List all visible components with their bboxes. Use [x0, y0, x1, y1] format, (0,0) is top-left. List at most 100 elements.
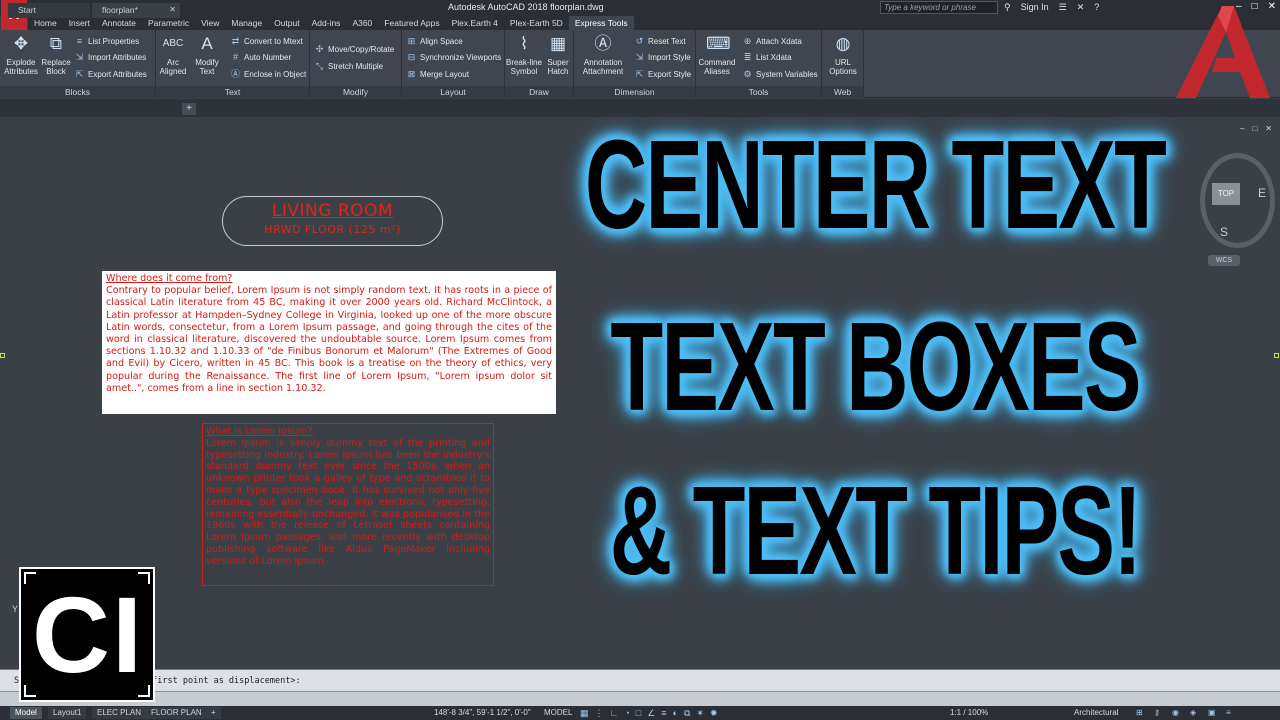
panel-label-draw[interactable]: Draw [505, 86, 573, 98]
customization-icon[interactable]: ≡ [1226, 707, 1231, 719]
hardware-acceleration-icon[interactable]: ◈ [1190, 707, 1196, 719]
otrack-icon[interactable]: ∠ [647, 708, 655, 719]
room-label-enclosure[interactable]: LIVING ROOM HRWD FLOOR (125 m²) [222, 196, 443, 246]
room-subtitle[interactable]: HRWD FLOOR (125 m²) [223, 223, 442, 236]
import-style-button[interactable]: ⇲ Import Style [634, 51, 691, 64]
layout-tab-floor-plan[interactable]: FLOOR PLAN [146, 707, 207, 719]
doc-tab-floorplan[interactable]: floorplan* ✕ [92, 3, 180, 18]
convert-to-mtext-button[interactable]: ⇄ Convert to Mtext [230, 35, 303, 48]
export-style-button[interactable]: ⇱ Export Style [634, 68, 691, 81]
synchronize-viewports-button[interactable]: ⊟ Synchronize Viewports [406, 51, 502, 64]
quick-properties-icon[interactable]: ⊞ [1136, 707, 1143, 719]
viewport-close-icon[interactable]: ✕ [1265, 124, 1272, 133]
new-tab-button[interactable]: + [182, 103, 196, 115]
align-space-button[interactable]: ⊞ Align Space [406, 35, 463, 48]
panel-label-modify[interactable]: Modify [310, 86, 401, 98]
super-hatch-button[interactable]: ▦ Super Hatch [539, 33, 577, 76]
transparency-icon[interactable]: ◐ [673, 708, 678, 719]
grip-left[interactable] [0, 353, 5, 358]
list-xdata-button[interactable]: ≣ List Xdata [742, 51, 792, 64]
system-variables-button[interactable]: ⚙ System Variables [742, 68, 817, 81]
snap-icon[interactable]: ⋮ [595, 708, 604, 719]
import-attributes-button[interactable]: ⇲ Import Attributes [74, 51, 147, 64]
panel-label-web[interactable]: Web [822, 86, 863, 98]
cart-icon[interactable]: ☰ [1059, 2, 1067, 13]
doc-tab-start[interactable]: Start [8, 3, 90, 18]
selection-cycling-icon[interactable]: ⧉ [684, 708, 690, 719]
reset-text-button[interactable]: ↺ Reset Text [634, 35, 686, 48]
viewcube[interactable]: TOP E S [1200, 153, 1275, 253]
add-layout-button[interactable]: + [206, 707, 221, 719]
panel-label-dimension[interactable]: Dimension [574, 86, 695, 98]
tab-plex-earth-4[interactable]: Plex.Earth 4 [446, 16, 504, 30]
clean-screen-icon[interactable]: ▣ [1208, 707, 1216, 719]
annotation-visibility-icon[interactable]: ✶ [696, 708, 704, 719]
tab-output[interactable]: Output [268, 16, 306, 30]
tab-parametric[interactable]: Parametric [142, 16, 195, 30]
grip-right[interactable] [1274, 353, 1279, 358]
layout-tab-elec-plan[interactable]: ELEC PLAN [92, 707, 147, 719]
mtext-background-mask[interactable]: Where does it come from? Contrary to pop… [102, 271, 556, 414]
tab-view[interactable]: View [195, 16, 225, 30]
tab-add-ins[interactable]: Add-ins [306, 16, 347, 30]
exchange-icon[interactable]: ✕ [1077, 2, 1085, 13]
viewport-restore-icon[interactable]: □ [1252, 124, 1257, 133]
annotation-attachment-button[interactable]: Ⓐ Annotation Attachment [578, 33, 628, 76]
tab-featured-apps[interactable]: Featured Apps [378, 16, 445, 30]
tab-manage[interactable]: Manage [225, 16, 268, 30]
stretch-multiple-button[interactable]: ⤡ Stretch Multiple [314, 60, 383, 73]
viewcube-south[interactable]: S [1220, 225, 1228, 239]
layout-tab-model[interactable]: Model [10, 707, 42, 719]
command-aliases-button[interactable]: ⌨ Command Aliases [698, 33, 736, 76]
grid-icon[interactable]: ▦ [580, 708, 589, 719]
tab-express-tools[interactable]: Express Tools [568, 16, 634, 30]
units-dropdown[interactable]: Architectural [1074, 707, 1118, 719]
tab-insert[interactable]: Insert [63, 16, 96, 30]
mtext-framed[interactable]: What is Lorem Ipsum? Lorem Ipsum is simp… [202, 423, 494, 586]
lineweight-icon[interactable]: ≡ [661, 708, 666, 719]
tab-plex-earth-5d[interactable]: Plex-Earth 5D [504, 16, 569, 30]
arc-aligned-button[interactable]: ABC Arc Aligned [154, 33, 192, 76]
panel-label-text[interactable]: Text [156, 86, 309, 98]
attach-xdata-button[interactable]: ⊕ Attach Xdata [742, 35, 802, 48]
autoscale-icon[interactable]: ✹ [710, 708, 718, 719]
user-icon[interactable]: ⚲ [1004, 2, 1011, 13]
modify-text-button[interactable]: A Modify Text [188, 33, 226, 76]
layout-tab-layout1[interactable]: Layout1 [48, 707, 87, 719]
viewcube-east[interactable]: E [1258, 186, 1266, 200]
explode-attributes-button[interactable]: ✥ Explode Attributes [2, 33, 40, 76]
enclose-in-object-button[interactable]: Ⓐ Enclose in Object [230, 68, 306, 81]
sign-in-button[interactable]: Sign In [1021, 2, 1049, 13]
tab-annotate[interactable]: Annotate [96, 16, 142, 30]
auto-number-button[interactable]: # Auto Number [230, 51, 291, 64]
room-title[interactable]: LIVING ROOM [223, 201, 442, 221]
break-line-symbol-button[interactable]: ⌇ Break-line Symbol [505, 33, 543, 76]
url-options-button[interactable]: ◍ URL Options [824, 33, 862, 76]
annotation-scale[interactable]: 1:1 / 100% [950, 707, 988, 719]
ortho-icon[interactable]: ∟ [610, 708, 619, 719]
help-icon[interactable]: ? [1094, 2, 1099, 13]
viewcube-top-face[interactable]: TOP [1212, 183, 1240, 205]
search-input[interactable]: Type a keyword or phrase [880, 1, 998, 14]
command-input[interactable] [0, 691, 1280, 706]
tab-a360[interactable]: A360 [346, 16, 378, 30]
viewport-minimize-icon[interactable]: – [1240, 124, 1244, 133]
close-tab-icon[interactable]: ✕ [169, 5, 176, 14]
replace-block-button[interactable]: ⧉ Replace Block [37, 33, 75, 76]
panel-label-layout[interactable]: Layout [402, 86, 504, 98]
coordinates-readout[interactable]: 148'-8 3/4", 59'-1 1/2", 0'-0" [434, 707, 531, 719]
tab-home[interactable]: Home [28, 16, 63, 30]
align-icon: ⊞ [407, 36, 416, 46]
isolate-objects-icon[interactable]: ◉ [1172, 707, 1179, 719]
polar-icon[interactable]: ◔ [624, 708, 629, 719]
panel-label-blocks[interactable]: Blocks [0, 86, 155, 98]
lock-ui-icon[interactable]: ⚷ [1154, 707, 1160, 719]
panel-label-tools[interactable]: Tools [696, 86, 821, 98]
model-space-toggle[interactable]: MODEL [544, 707, 572, 719]
merge-layout-button[interactable]: ⊠ Merge Layout [406, 68, 469, 81]
osnap-icon[interactable]: □ [636, 708, 641, 719]
move-copy-rotate-button[interactable]: ✣ Move/Copy/Rotate [314, 43, 395, 56]
list-properties-button[interactable]: ≡ List Properties [74, 35, 139, 48]
export-attributes-button[interactable]: ⇱ Export Attributes [74, 68, 147, 81]
wcs-menu[interactable]: WCS [1208, 255, 1240, 266]
